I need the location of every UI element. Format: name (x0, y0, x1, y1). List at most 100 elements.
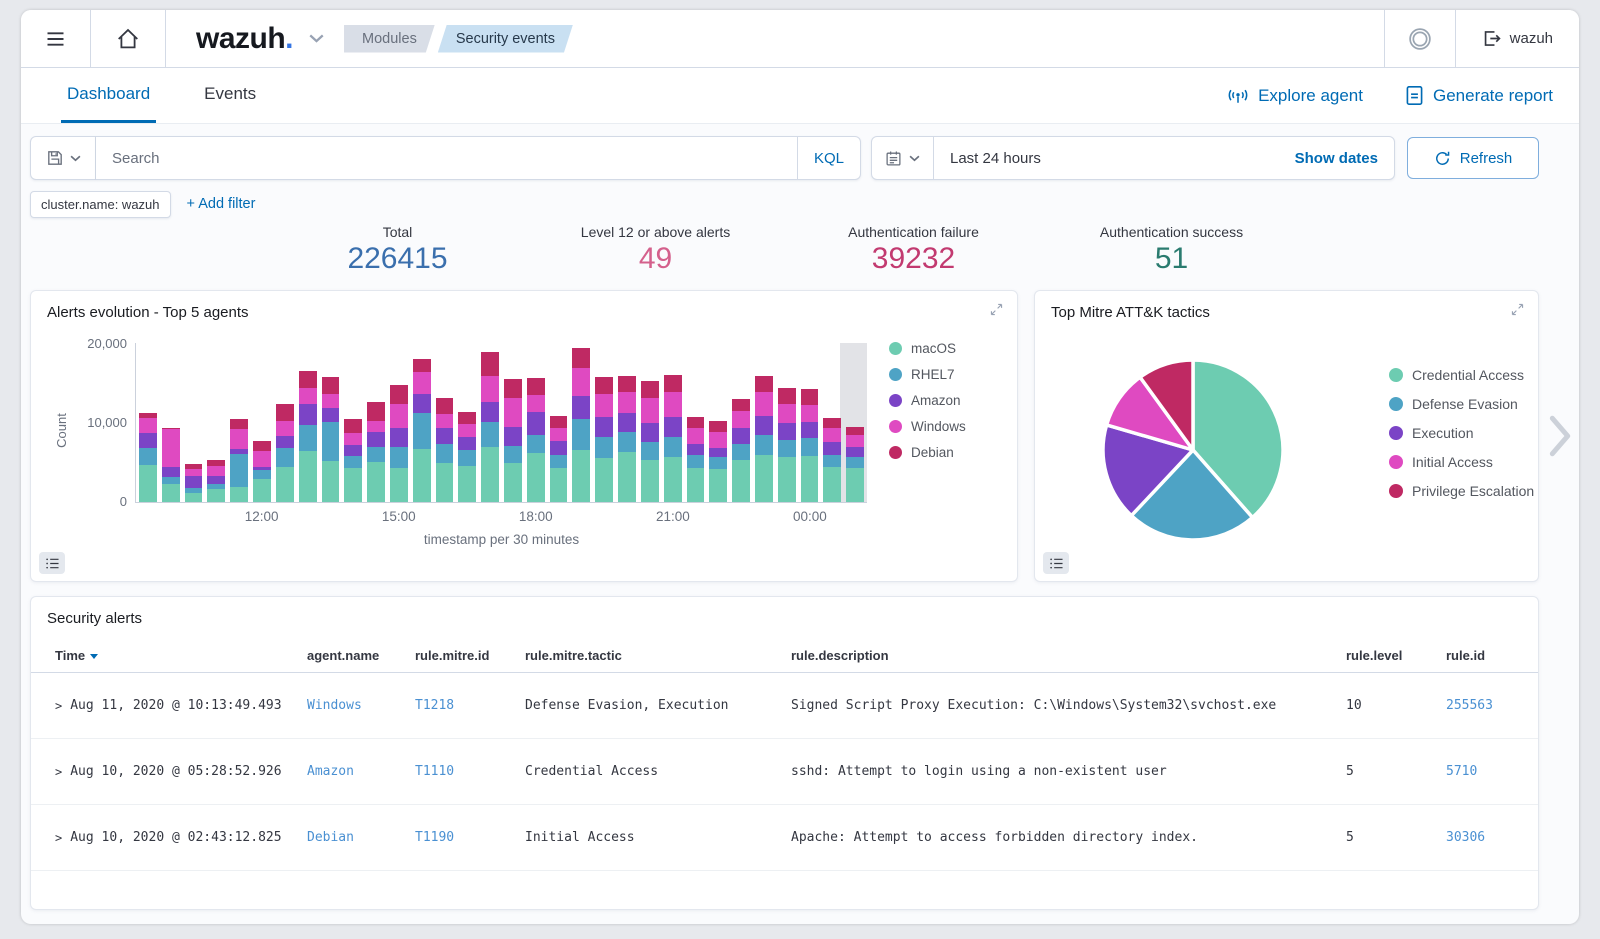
saved-query-menu-button[interactable] (30, 136, 96, 180)
bar-20:00[interactable] (618, 343, 636, 502)
row-expand-icon[interactable]: > (55, 699, 62, 713)
bar-11:00[interactable] (207, 343, 225, 502)
column-header-rule-id[interactable]: rule.id (1446, 648, 1538, 663)
rule-id-link[interactable]: 30306 (1446, 830, 1485, 845)
column-header-agent-name[interactable]: agent.name (307, 648, 415, 663)
bar-20:30[interactable] (641, 343, 659, 502)
bar-14:00[interactable] (344, 343, 362, 502)
pie-chart-legend: Credential Access Defense Evasion Executio… (1389, 367, 1534, 512)
bar-01:00[interactable] (846, 343, 864, 502)
bar-15:00[interactable] (390, 343, 408, 502)
user-menu-button[interactable]: wazuh (1456, 10, 1579, 67)
legend-dot (1389, 368, 1403, 382)
date-quick-menu-button[interactable] (872, 137, 934, 179)
breadcrumb-modules[interactable]: Modules (344, 25, 435, 53)
time-range-label[interactable]: Last 24 hours (934, 150, 1057, 167)
column-header-rule-description[interactable]: rule.description (791, 648, 1346, 663)
bar-16:00[interactable] (436, 343, 454, 502)
app-switcher-chevron-icon[interactable] (309, 34, 324, 43)
cell-rule-level: 10 (1346, 698, 1446, 713)
search-input[interactable] (96, 137, 797, 179)
generate-report-button[interactable]: Generate report (1405, 85, 1553, 106)
explore-agent-button[interactable]: Explore agent (1227, 86, 1363, 106)
agent-name-link[interactable]: Windows (307, 698, 362, 713)
bar-16:30[interactable] (458, 343, 476, 502)
column-header-time-label: Time (55, 648, 85, 663)
column-header-rule-level[interactable]: rule.level (1346, 648, 1446, 663)
bar-11:30[interactable] (230, 343, 248, 502)
tab-dashboard[interactable]: Dashboard (61, 68, 156, 123)
bar-09:30[interactable] (139, 343, 157, 502)
legend-item-macOS[interactable]: macOS (889, 341, 1019, 356)
tab-events[interactable]: Events (198, 68, 262, 123)
agent-name-link[interactable]: Amazon (307, 764, 354, 779)
alerts-evolution-chart: Count 20,000 10,000 0 12:0015:0018:0021:… (135, 343, 867, 503)
add-filter-button[interactable]: + Add filter (187, 196, 256, 212)
y-tick-10000: 10,000 (87, 415, 127, 430)
legend-item-Windows[interactable]: Windows (889, 419, 1019, 434)
rule-id-link[interactable]: 255563 (1446, 698, 1493, 713)
row-expand-icon[interactable]: > (55, 831, 62, 845)
wazuh-app-window: wazuh. Modules Security events wazuh (21, 10, 1579, 924)
bar-23:00[interactable] (755, 343, 773, 502)
mitre-id-link[interactable]: T1190 (415, 830, 454, 845)
bar-21:00[interactable] (664, 343, 682, 502)
show-dates-button[interactable]: Show dates (1295, 150, 1394, 167)
bar-19:30[interactable] (595, 343, 613, 502)
alerts-table: Time agent.name rule.mitre.id rule.mitre… (31, 639, 1538, 871)
legend-item-Initial Access[interactable]: Initial Access (1389, 454, 1534, 470)
bar-13:30[interactable] (322, 343, 340, 502)
bar-10:00[interactable] (162, 343, 180, 502)
bar-15:30[interactable] (413, 343, 431, 502)
refresh-button[interactable]: Refresh (1407, 137, 1539, 179)
cell-rule-description: Signed Script Proxy Execution: C:\Window… (791, 698, 1346, 713)
bar-14:30[interactable] (367, 343, 385, 502)
bar-13:00[interactable] (299, 343, 317, 502)
table-header-row: Time agent.name rule.mitre.id rule.mitre… (31, 639, 1538, 673)
legend-item-Debian[interactable]: Debian (889, 445, 1019, 460)
filter-pill-cluster-name[interactable]: cluster.name: wazuh (30, 191, 171, 218)
legend-item-RHEL7[interactable]: RHEL7 (889, 367, 1019, 382)
bar-21:30[interactable] (687, 343, 705, 502)
mitre-id-link[interactable]: T1110 (415, 764, 454, 779)
legend-item-Amazon[interactable]: Amazon (889, 393, 1019, 408)
bar-12:00[interactable] (253, 343, 271, 502)
column-header-rule-mitre-tactic[interactable]: rule.mitre.tactic (525, 648, 791, 663)
breadcrumb-security-events[interactable]: Security events (438, 25, 573, 53)
bar-18:00[interactable] (527, 343, 545, 502)
bar-22:00[interactable] (709, 343, 727, 502)
mitre-id-link[interactable]: T1218 (415, 698, 454, 713)
bar-22:30[interactable] (732, 343, 750, 502)
bar-17:30[interactable] (504, 343, 522, 502)
legend-item-Defense Evasion[interactable]: Defense Evasion (1389, 396, 1534, 412)
rule-id-link[interactable]: 5710 (1446, 764, 1477, 779)
kql-button[interactable]: KQL (797, 137, 860, 179)
next-panel-chevron-icon[interactable] (1547, 414, 1573, 458)
bar-12:30[interactable] (276, 343, 294, 502)
row-expand-icon[interactable]: > (55, 765, 62, 779)
legend-item-Credential Access[interactable]: Credential Access (1389, 367, 1534, 383)
expand-icon[interactable] (1510, 302, 1525, 317)
x-axis-title: timestamp per 30 minutes (136, 532, 867, 547)
home-button[interactable] (91, 10, 165, 67)
bar-10:30[interactable] (185, 343, 203, 502)
bar-00:30[interactable] (823, 343, 841, 502)
legend-item-Privilege Escalation[interactable]: Privilege Escalation (1389, 483, 1534, 499)
health-ring-button[interactable] (1385, 10, 1455, 67)
legend-toggle-button[interactable] (1043, 552, 1069, 574)
legend-item-Execution[interactable]: Execution (1389, 425, 1534, 441)
bar-23:30[interactable] (778, 343, 796, 502)
logout-icon (1482, 29, 1501, 48)
bar-00:00[interactable] (801, 343, 819, 502)
legend-toggle-button[interactable] (39, 552, 65, 574)
column-header-time[interactable]: Time (55, 648, 307, 663)
column-header-rule-mitre-id[interactable]: rule.mitre.id (415, 648, 525, 663)
time-value: Aug 10, 2020 @ 05:28:52.926 (70, 764, 281, 779)
bar-17:00[interactable] (481, 343, 499, 502)
x-tick-15:00: 15:00 (382, 509, 416, 524)
agent-name-link[interactable]: Debian (307, 830, 354, 845)
bar-18:30[interactable] (550, 343, 568, 502)
expand-icon[interactable] (989, 302, 1004, 317)
menu-button[interactable] (21, 10, 90, 67)
bar-19:00[interactable] (572, 343, 590, 502)
